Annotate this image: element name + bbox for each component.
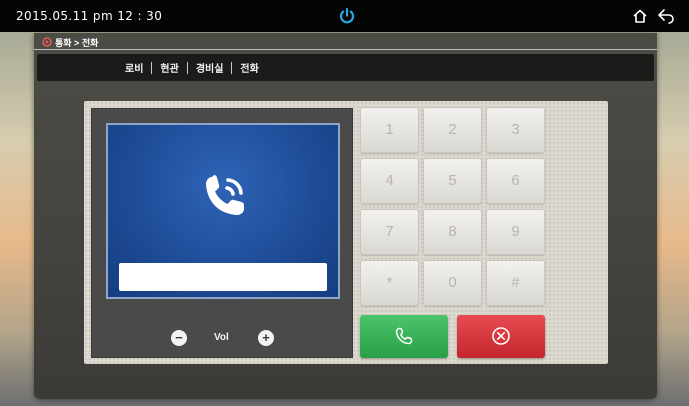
- tab-separator: [151, 61, 153, 74]
- key-5[interactable]: 5: [423, 158, 482, 204]
- key-3[interactable]: 3: [486, 107, 545, 153]
- tab-security-office[interactable]: 경비실: [188, 60, 232, 75]
- back-icon[interactable]: [657, 8, 675, 24]
- key-hash[interactable]: #: [486, 260, 545, 306]
- tab-phone[interactable]: 전화: [232, 60, 266, 75]
- key-star[interactable]: *: [360, 260, 419, 306]
- key-2[interactable]: 2: [423, 107, 482, 153]
- volume-label: Vol: [214, 332, 229, 343]
- call-display: [106, 123, 340, 299]
- volume-down-button[interactable]: −: [171, 330, 187, 346]
- breadcrumb-text: 통화 > 전화: [55, 37, 99, 48]
- tab-entrance[interactable]: 현관: [152, 60, 186, 75]
- location-pin-icon: [42, 36, 52, 47]
- breadcrumb-divider: [34, 49, 657, 50]
- key-0[interactable]: 0: [423, 260, 482, 306]
- breadcrumb: 통화 > 전화: [42, 35, 98, 49]
- tab-separator: [186, 61, 188, 74]
- main-frame: 통화 > 전화 로비 현관 경비실 전화 − Vol + 1 2 3 4 5 6…: [34, 33, 657, 399]
- status-bar: 2015.05.11 pm 12 : 30: [0, 0, 689, 32]
- key-6[interactable]: 6: [486, 158, 545, 204]
- key-8[interactable]: 8: [423, 209, 482, 255]
- tab-separator: [231, 61, 233, 74]
- display-frame: − Vol +: [91, 108, 353, 358]
- datetime: 2015.05.11 pm 12 : 30: [16, 9, 163, 23]
- tab-lobby[interactable]: 로비: [117, 60, 151, 75]
- phone-call-icon: [206, 175, 244, 215]
- key-9[interactable]: 9: [486, 209, 545, 255]
- close-circle-icon: [492, 327, 510, 345]
- home-icon[interactable]: [632, 8, 648, 24]
- volume-up-button[interactable]: +: [258, 330, 274, 346]
- power-icon[interactable]: [338, 7, 356, 25]
- hangup-button[interactable]: [457, 315, 545, 358]
- phone-icon: [395, 327, 413, 345]
- call-button[interactable]: [360, 315, 448, 358]
- phone-panel: − Vol + 1 2 3 4 5 6 7 8 9 * 0 #: [84, 101, 608, 364]
- volume-control: − Vol +: [92, 330, 354, 348]
- number-display: [119, 263, 327, 291]
- key-7[interactable]: 7: [360, 209, 419, 255]
- key-1[interactable]: 1: [360, 107, 419, 153]
- tab-bar: 로비 현관 경비실 전화: [37, 54, 654, 81]
- key-4[interactable]: 4: [360, 158, 419, 204]
